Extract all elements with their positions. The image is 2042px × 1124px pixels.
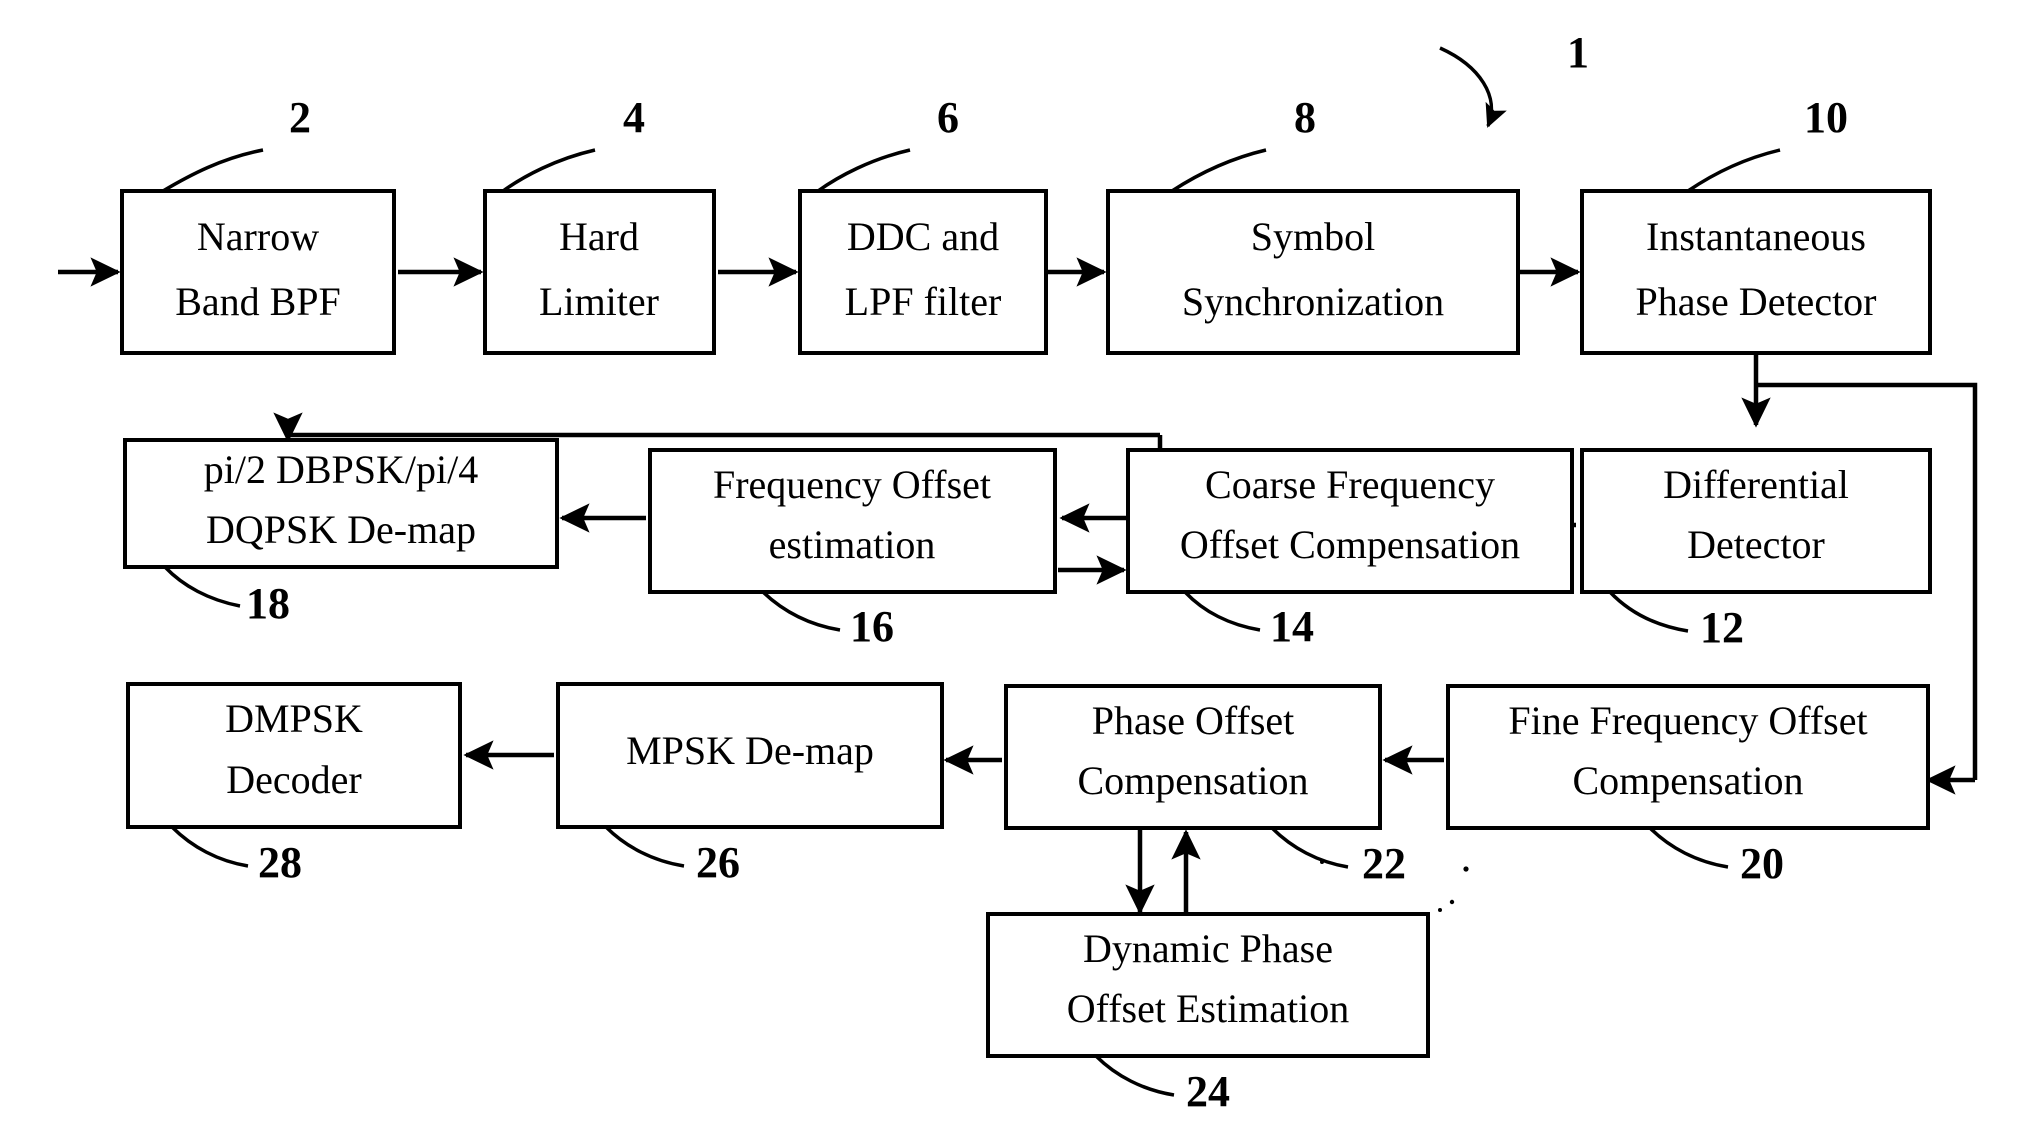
block-12-line1: Differential [1663,462,1849,507]
block-28-line2: Decoder [226,757,361,802]
block-18-line1: pi/2 DBPSK/pi/4 [204,447,479,492]
block-22-line1: Phase Offset [1092,698,1295,743]
ref-number-18: 18 [246,579,290,628]
leader-22 [1270,826,1349,869]
leader-4 [501,148,596,193]
leader-12 [1608,590,1689,633]
leader-20 [1648,826,1729,869]
ref-number-16: 16 [850,602,894,651]
ref-number-20: 20 [1740,839,1784,888]
block-coarse-frequency-offset-compensation[interactable]: Coarse Frequency Offset Compensation 14 [1126,448,1574,651]
leader-14 [1183,590,1261,632]
block-8-line2: Synchronization [1182,279,1444,324]
ref-number-14: 14 [1270,602,1314,651]
block-16-line1: Frequency Offset [713,462,991,507]
block-2-line1: Narrow [197,214,319,259]
block-pi2-dbpsk-dqpsk-demap[interactable]: pi/2 DBPSK/pi/4 DQPSK De-map 18 [123,438,559,628]
leader-2 [162,148,264,193]
block-narrow-band-bpf[interactable]: Narrow Band BPF 2 [120,93,396,355]
block-hard-limiter[interactable]: Hard Limiter 4 [483,93,716,355]
block-6-line2: LPF filter [845,279,1002,324]
leader-8 [1171,148,1267,193]
ref-number-4: 4 [623,93,645,142]
block-14-line2: Offset Compensation [1180,522,1520,567]
block-fine-frequency-offset-compensation[interactable]: Fine Frequency Offset Compensation 20 [1446,684,1930,888]
leader-16 [761,590,841,632]
block-28-line1: DMPSK [225,696,363,741]
block-6-line1: DDC and [847,214,999,259]
block-24-line1: Dynamic Phase [1083,926,1333,971]
leader-24 [1094,1054,1175,1097]
block-symbol-synchronization[interactable]: Symbol Synchronization 8 [1106,93,1520,355]
leader-28 [170,825,249,868]
speck [1449,899,1455,905]
ref-number-26: 26 [696,838,740,887]
ref-number-24: 24 [1186,1067,1230,1116]
patent-figure: Narrow Band BPF 2 Hard Limiter 4 DDC and… [0,0,2042,1124]
block-22-line2: Compensation [1077,758,1308,803]
block-dmpsk-decoder[interactable]: DMPSK Decoder 28 [126,682,462,887]
speck [1438,908,1442,912]
block-diagram-svg: Narrow Band BPF 2 Hard Limiter 4 DDC and… [58,28,1978,1116]
ref-number-6: 6 [937,93,959,142]
block-mpsk-demap[interactable]: MPSK De-map 26 [556,682,944,887]
speck [1463,866,1469,872]
ref-number-22: 22 [1362,839,1406,888]
figure-ref-1: 1 [1439,28,1589,128]
block-dynamic-phase-offset-estimation[interactable]: Dynamic Phase Offset Estimation 24 [986,912,1430,1116]
block-18-line2: DQPSK De-map [206,507,476,552]
block-24-line2: Offset Estimation [1067,986,1350,1031]
block-4-line1: Hard [559,214,639,259]
block-14-line1: Coarse Frequency [1205,462,1495,507]
block-phase-offset-compensation[interactable]: Phase Offset Compensation 22 [1004,684,1406,888]
block-4-line2: Limiter [539,279,659,324]
leader-1 [1439,46,1507,128]
ref-number-8: 8 [1294,93,1316,142]
leader-10 [1687,148,1781,193]
block-16-line2: estimation [769,522,936,567]
block-20-line2: Compensation [1572,758,1803,803]
ref-number-10: 10 [1804,93,1848,142]
ref-number-12: 12 [1700,603,1744,652]
block-10-line2: Phase Detector [1635,279,1876,324]
ref-number-2: 2 [289,93,311,142]
block-differential-detector[interactable]: Differential Detector 12 [1580,448,1932,652]
block-12-line2: Detector [1687,522,1825,567]
block-2-line2: Band BPF [175,279,341,324]
ref-number-1: 1 [1567,28,1589,77]
block-20-line1: Fine Frequency Offset [1508,698,1867,743]
block-26-line1: MPSK De-map [626,728,874,773]
block-instantaneous-phase-detector[interactable]: Instantaneous Phase Detector 10 [1580,93,1932,355]
speck [1320,860,1324,864]
block-ddc-lpf-filter[interactable]: DDC and LPF filter 6 [798,93,1048,355]
block-frequency-offset-estimation[interactable]: Frequency Offset estimation 16 [648,448,1057,651]
ref-number-28: 28 [258,838,302,887]
feedback-b14-to-b18 [285,432,1160,438]
block-8-line1: Symbol [1251,214,1375,259]
leader-6 [816,148,911,193]
leader-18 [163,565,241,608]
block-10-line1: Instantaneous [1646,214,1866,259]
leader-26 [604,825,685,868]
